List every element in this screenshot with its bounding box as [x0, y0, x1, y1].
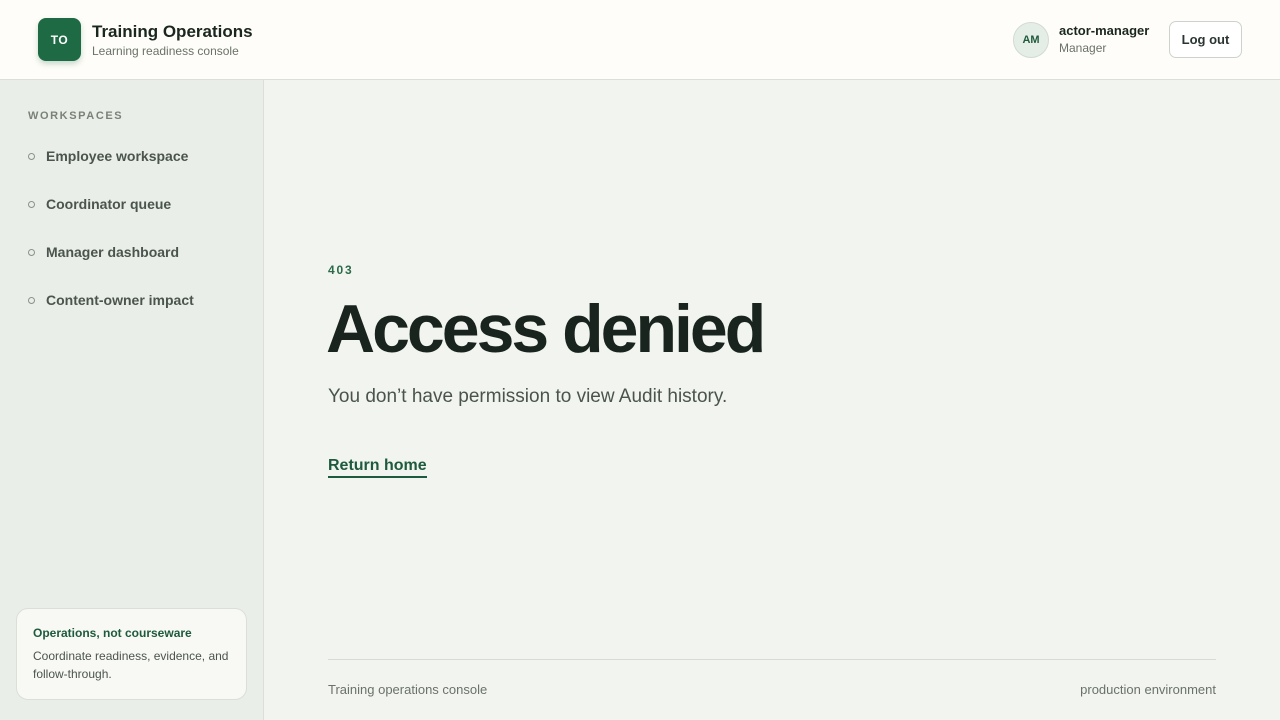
sidebar-item-employee-workspace[interactable]: Employee workspace — [28, 144, 188, 168]
bullet-icon — [28, 200, 35, 208]
sidebar-item-label: Coordinator queue — [46, 196, 172, 212]
logout-button[interactable]: Log out — [1169, 21, 1242, 58]
sidebar-item-label: Employee workspace — [46, 148, 189, 164]
info-card: Operations, not courseware Coordinate re… — [16, 608, 247, 700]
info-card-text: Coordinate readiness, evidence, and foll… — [33, 649, 229, 681]
app-title: Training Operations — [92, 22, 253, 41]
error-code: 403 — [328, 263, 354, 277]
sidebar-item-coordinator-queue[interactable]: Coordinator queue — [28, 192, 171, 216]
sidebar-heading: WORKSPACES — [28, 110, 124, 122]
sidebar-item-content-owner-impact[interactable]: Content-owner impact — [28, 288, 194, 312]
user-role: Manager — [1059, 41, 1107, 55]
sidebar-item-label: Content-owner impact — [46, 292, 194, 308]
page-title: Access denied — [326, 291, 766, 367]
sidebar: WORKSPACES Employee workspace Coordinato… — [0, 80, 264, 720]
bullet-icon — [28, 152, 35, 160]
bullet-icon — [28, 296, 35, 304]
error-description: You don’t have permission to view Audit … — [328, 386, 728, 407]
footer-environment: production environment — [1080, 682, 1216, 697]
user-avatar[interactable]: AM — [1013, 22, 1049, 58]
bullet-icon — [28, 248, 35, 256]
footer-divider — [328, 659, 1216, 660]
app-subtitle: Learning readiness console — [92, 44, 239, 58]
top-bar: TO Training Operations Learning readines… — [0, 0, 1280, 80]
footer-app-name: Training operations console — [328, 682, 488, 697]
info-card-title: Operations, not courseware — [33, 626, 192, 640]
return-home-link[interactable]: Return home — [328, 457, 427, 478]
brand-logo[interactable]: TO — [38, 18, 81, 61]
user-name: actor-manager — [1059, 23, 1150, 38]
sidebar-item-label: Manager dashboard — [46, 244, 180, 260]
sidebar-item-manager-dashboard[interactable]: Manager dashboard — [28, 240, 179, 264]
